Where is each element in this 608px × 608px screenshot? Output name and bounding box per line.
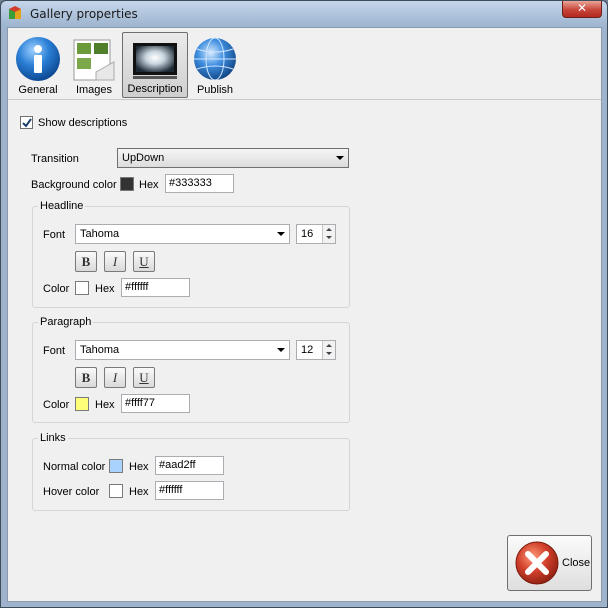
tab-general[interactable]: General [12, 32, 64, 98]
gallery-properties-window: Gallery properties ✕ General Images Desc… [0, 0, 608, 608]
hover-color-swatch[interactable] [109, 484, 123, 498]
show-descriptions-label: Show descriptions [38, 117, 128, 129]
paragraph-group-title: Paragraph [38, 316, 94, 328]
headline-color-label: Color [43, 283, 70, 295]
spinner-buttons[interactable] [322, 225, 335, 243]
window-close-button[interactable]: ✕ [562, 1, 602, 18]
normal-color-swatch[interactable] [109, 459, 123, 473]
headline-color-swatch[interactable] [75, 281, 89, 295]
background-hex-value: #333333 [169, 177, 212, 189]
spinner-buttons[interactable] [322, 341, 335, 359]
headline-size-spinner[interactable]: 16 [296, 224, 336, 244]
chevron-down-icon [277, 232, 285, 236]
paragraph-font-label: Font [43, 345, 66, 357]
close-icon [515, 541, 559, 585]
headline-font-select[interactable]: Tahoma [75, 224, 290, 244]
background-color-swatch[interactable] [120, 177, 134, 191]
headline-font-label: Font [43, 229, 66, 241]
normal-hex-label: Hex [129, 461, 149, 473]
tab-publish[interactable]: Publish [190, 32, 240, 98]
hover-color-label: Hover color [43, 486, 100, 498]
description-icon [133, 43, 177, 79]
paragraph-color-label: Color [43, 399, 70, 411]
headline-font-value: Tahoma [80, 228, 120, 240]
spin-down-icon [326, 236, 332, 239]
hover-hex-input[interactable]: #ffffff [155, 481, 224, 500]
background-hex-label: Hex [139, 179, 159, 191]
tab-description-label: Description [127, 83, 183, 95]
background-color-label: Background color [31, 179, 117, 191]
tab-general-label: General [18, 84, 58, 96]
dialog-body: General Images Description Publish Show … [7, 27, 602, 602]
paragraph-underline-button[interactable]: U [133, 367, 155, 388]
info-icon [16, 37, 60, 81]
transition-value: UpDown [122, 152, 165, 164]
paragraph-hex-label: Hex [95, 399, 115, 411]
transition-label: Transition [31, 153, 79, 165]
headline-italic-button[interactable]: I [104, 251, 126, 272]
app-icon [9, 6, 21, 19]
tab-images-label: Images [75, 84, 113, 96]
paragraph-hex-input[interactable]: #ffff77 [121, 394, 190, 413]
spin-down-icon [326, 352, 332, 355]
window-title: Gallery properties [30, 7, 138, 21]
spin-up-icon [326, 228, 332, 231]
hover-hex-label: Hex [129, 486, 149, 498]
normal-color-label: Normal color [43, 461, 106, 473]
spin-up-icon [326, 344, 332, 347]
checkmark-icon [22, 118, 32, 128]
paragraph-hex-value: #ffff77 [125, 397, 155, 409]
paragraph-size-value: 12 [301, 344, 314, 356]
paragraph-color-swatch[interactable] [75, 397, 89, 411]
headline-bold-button[interactable]: B [75, 251, 97, 272]
links-group-title: Links [38, 432, 68, 444]
paragraph-font-select[interactable]: Tahoma [75, 340, 290, 360]
title-bar[interactable]: Gallery properties ✕ [1, 1, 607, 27]
paragraph-italic-button[interactable]: I [104, 367, 126, 388]
chevron-down-icon [277, 348, 285, 352]
close-button[interactable]: Close [507, 535, 592, 591]
headline-hex-label: Hex [95, 283, 115, 295]
show-descriptions-checkbox[interactable] [20, 116, 33, 129]
paragraph-font-value: Tahoma [80, 344, 120, 356]
tab-publish-label: Publish [196, 84, 234, 96]
transition-select[interactable]: UpDown [117, 148, 349, 168]
normal-hex-input[interactable]: #aad2ff [155, 456, 224, 475]
chevron-down-icon [336, 156, 344, 160]
description-panel: Show descriptions Transition UpDown Back… [8, 101, 601, 601]
hover-hex-value: #ffffff [159, 484, 183, 496]
tab-images[interactable]: Images [68, 32, 120, 98]
background-hex-input[interactable]: #333333 [165, 174, 234, 193]
headline-underline-button[interactable]: U [133, 251, 155, 272]
headline-hex-value: #ffffff [125, 281, 149, 293]
images-icon [73, 39, 115, 81]
category-toolbar: General Images Description Publish [8, 28, 601, 100]
headline-size-value: 16 [301, 228, 314, 240]
tab-description[interactable]: Description [122, 32, 188, 98]
paragraph-bold-button[interactable]: B [75, 367, 97, 388]
headline-hex-input[interactable]: #ffffff [121, 278, 190, 297]
normal-hex-value: #aad2ff [159, 459, 196, 471]
globe-icon [194, 37, 236, 81]
close-button-label: Close [562, 557, 591, 569]
paragraph-size-spinner[interactable]: 12 [296, 340, 336, 360]
headline-group-title: Headline [38, 200, 86, 212]
